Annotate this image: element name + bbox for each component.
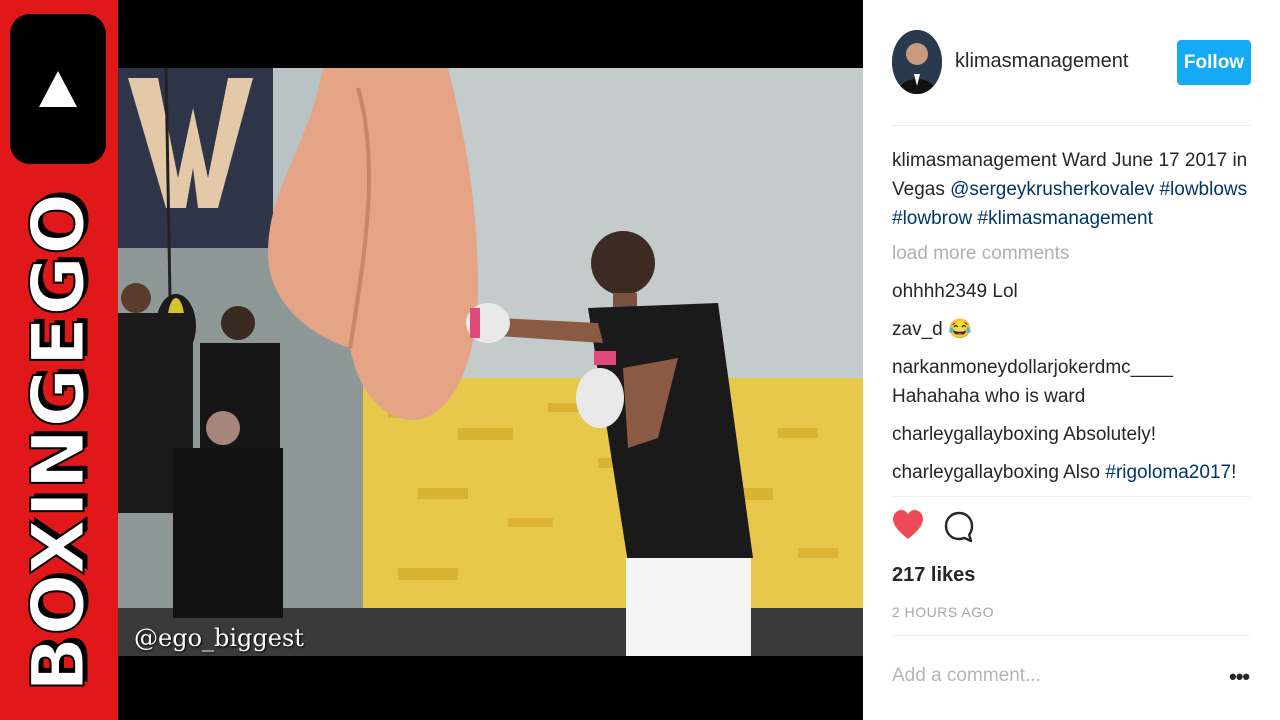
- likes-count[interactable]: 217 likes: [892, 564, 975, 587]
- header-divider: [891, 125, 1250, 126]
- channel-name: BOXINGEGO: [16, 191, 103, 693]
- comment-divider: [891, 635, 1250, 636]
- post-timestamp: 2 HOURS AGO: [892, 604, 994, 620]
- comment-item: narkanmoneydollarjokerdmc____ Hahahaha w…: [892, 353, 1252, 411]
- comment-text: Absolutely!: [1063, 424, 1157, 445]
- comment-username[interactable]: narkanmoneydollarjokerdmc____: [892, 357, 1173, 378]
- channel-brand-bar: BOXINGEGO: [0, 0, 118, 720]
- follow-button[interactable]: Follow: [1177, 40, 1251, 85]
- post-header: klimasmanagement Follow: [863, 0, 1280, 126]
- caption-mention[interactable]: @sergeykrusherkovalev: [950, 179, 1154, 200]
- comment-username[interactable]: zav_d: [892, 319, 943, 340]
- comment-suffix: !: [1231, 462, 1237, 483]
- boxing-gym-photo: [118, 68, 863, 656]
- actions-divider: [891, 496, 1250, 497]
- heart-icon[interactable]: [892, 509, 924, 543]
- comment-item: charleygallayboxing Also #rigoloma2017!: [892, 458, 1252, 487]
- watermark-text: @ego_biggest: [134, 624, 304, 652]
- comment-item: charleygallayboxing Absolutely!: [892, 420, 1252, 449]
- post-photo[interactable]: @ego_biggest: [118, 68, 863, 656]
- more-options-icon[interactable]: •••: [1229, 664, 1250, 690]
- comment-username[interactable]: ohhhh2349: [892, 281, 987, 302]
- add-comment-input[interactable]: [892, 665, 1212, 687]
- play-logo-icon: [10, 14, 106, 164]
- comment-list: klimasmanagement Ward June 17 2017 in Ve…: [892, 146, 1252, 496]
- comment-text: 😂: [947, 319, 972, 340]
- comment-username[interactable]: charleygallayboxing: [892, 462, 1059, 483]
- load-more-comments[interactable]: load more comments: [892, 242, 1252, 266]
- comment-text: Also: [1063, 462, 1101, 483]
- header-username[interactable]: klimasmanagement: [955, 50, 1128, 73]
- avatar-image: [892, 30, 942, 94]
- media-area: @ego_biggest: [118, 0, 863, 720]
- instagram-post-panel: klimasmanagement Follow klimasmanagement…: [863, 0, 1280, 720]
- comment-item: ohhhh2349 Lol: [892, 277, 1252, 306]
- avatar[interactable]: [892, 30, 942, 94]
- comment-item: zav_d 😂: [892, 315, 1252, 344]
- comment-text: Hahahaha who is ward: [892, 386, 1086, 407]
- comment-text: Lol: [992, 281, 1018, 302]
- comment-bubble-icon[interactable]: [944, 511, 974, 543]
- comment-hashtag[interactable]: #rigoloma2017: [1105, 462, 1231, 483]
- caption: klimasmanagement Ward June 17 2017 in Ve…: [892, 146, 1252, 233]
- caption-username[interactable]: klimasmanagement: [892, 150, 1057, 171]
- comment-username[interactable]: charleygallayboxing: [892, 424, 1059, 445]
- post-actions: [892, 509, 1012, 549]
